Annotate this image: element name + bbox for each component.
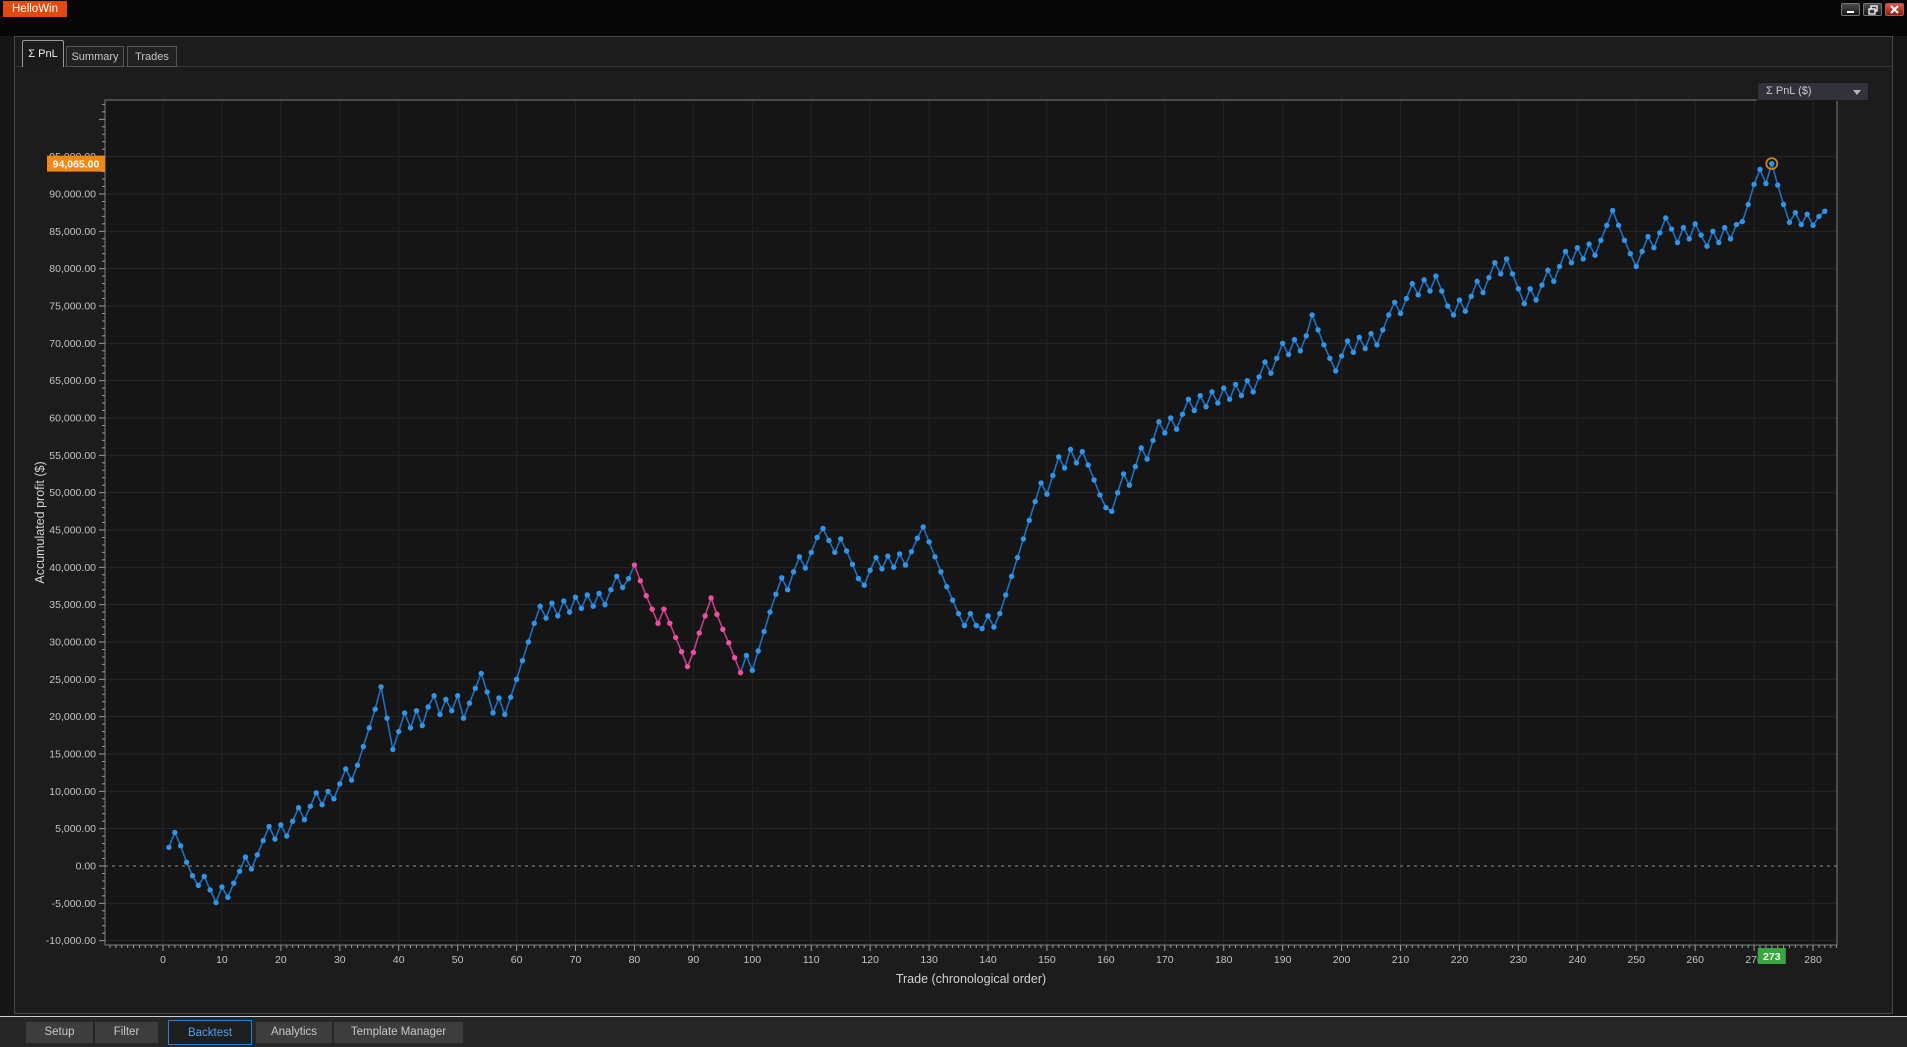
svg-text:100: 100 xyxy=(744,954,762,966)
series-select-value: Σ PnL ($) xyxy=(1766,85,1812,97)
svg-text:55,000.00: 55,000.00 xyxy=(49,450,96,462)
svg-text:94,065.00: 94,065.00 xyxy=(53,158,100,170)
svg-text:90: 90 xyxy=(688,954,700,966)
svg-text:0.00: 0.00 xyxy=(76,861,97,873)
tab-filter[interactable]: Filter xyxy=(95,1022,158,1043)
svg-text:30,000.00: 30,000.00 xyxy=(49,636,96,648)
svg-text:85,000.00: 85,000.00 xyxy=(49,226,96,238)
svg-text:10: 10 xyxy=(216,954,228,966)
svg-text:150: 150 xyxy=(1038,954,1056,966)
svg-text:30: 30 xyxy=(334,954,346,966)
chevron-down-icon xyxy=(1853,90,1861,95)
svg-text:60: 60 xyxy=(511,954,523,966)
svg-text:170: 170 xyxy=(1156,954,1174,966)
tab-template-manager[interactable]: Template Manager xyxy=(334,1022,463,1043)
svg-text:260: 260 xyxy=(1686,954,1704,966)
svg-text:220: 220 xyxy=(1451,954,1469,966)
tab-analytics[interactable]: Analytics xyxy=(256,1022,332,1043)
y-axis-title: Accumulated profit ($) xyxy=(33,461,47,583)
svg-text:120: 120 xyxy=(861,954,879,966)
svg-text:160: 160 xyxy=(1097,954,1115,966)
svg-text:180: 180 xyxy=(1215,954,1233,966)
x-axis-title: Trade (chronological order) xyxy=(896,972,1046,986)
bottom-tab-bar: Setup Filter Backtest Analytics Template… xyxy=(0,1017,1907,1047)
svg-text:70: 70 xyxy=(570,954,582,966)
svg-text:5,000.00: 5,000.00 xyxy=(55,823,96,835)
svg-text:130: 130 xyxy=(920,954,938,966)
svg-text:-5,000.00: -5,000.00 xyxy=(52,898,97,910)
svg-text:50: 50 xyxy=(452,954,464,966)
svg-text:40,000.00: 40,000.00 xyxy=(49,562,96,574)
svg-text:80,000.00: 80,000.00 xyxy=(49,263,96,275)
svg-text:-10,000.00: -10,000.00 xyxy=(46,935,96,947)
pnl-chart[interactable]: -10,000.00 -5,000.00 0.00 5,000.00 10,000.00… xyxy=(0,0,1907,1047)
svg-text:140: 140 xyxy=(979,954,997,966)
svg-text:200: 200 xyxy=(1333,954,1351,966)
svg-text:20: 20 xyxy=(275,954,287,966)
svg-text:35,000.00: 35,000.00 xyxy=(49,599,96,611)
svg-text:80: 80 xyxy=(629,954,641,966)
svg-text:230: 230 xyxy=(1510,954,1528,966)
svg-text:280: 280 xyxy=(1804,954,1822,966)
svg-text:250: 250 xyxy=(1627,954,1645,966)
svg-text:25,000.00: 25,000.00 xyxy=(49,674,96,686)
svg-text:60,000.00: 60,000.00 xyxy=(49,412,96,424)
svg-text:110: 110 xyxy=(803,954,820,966)
svg-text:45,000.00: 45,000.00 xyxy=(49,524,96,536)
svg-text:75,000.00: 75,000.00 xyxy=(49,300,96,312)
svg-text:70,000.00: 70,000.00 xyxy=(49,338,96,350)
svg-text:0: 0 xyxy=(160,954,166,966)
svg-text:40: 40 xyxy=(393,954,405,966)
tab-backtest[interactable]: Backtest xyxy=(168,1020,252,1045)
tab-setup[interactable]: Setup xyxy=(26,1022,93,1043)
svg-text:190: 190 xyxy=(1274,954,1292,966)
svg-text:20,000.00: 20,000.00 xyxy=(49,711,96,723)
svg-text:90,000.00: 90,000.00 xyxy=(49,188,96,200)
svg-text:210: 210 xyxy=(1392,954,1410,966)
svg-text:10,000.00: 10,000.00 xyxy=(49,786,96,798)
series-select-dropdown[interactable]: Σ PnL ($) xyxy=(1757,82,1869,101)
svg-text:50,000.00: 50,000.00 xyxy=(49,487,96,499)
svg-text:65,000.00: 65,000.00 xyxy=(49,375,96,387)
svg-text:240: 240 xyxy=(1569,954,1587,966)
tab-pnl[interactable]: Σ PnL xyxy=(22,40,64,67)
svg-text:273: 273 xyxy=(1763,951,1781,963)
svg-text:15,000.00: 15,000.00 xyxy=(49,748,96,760)
